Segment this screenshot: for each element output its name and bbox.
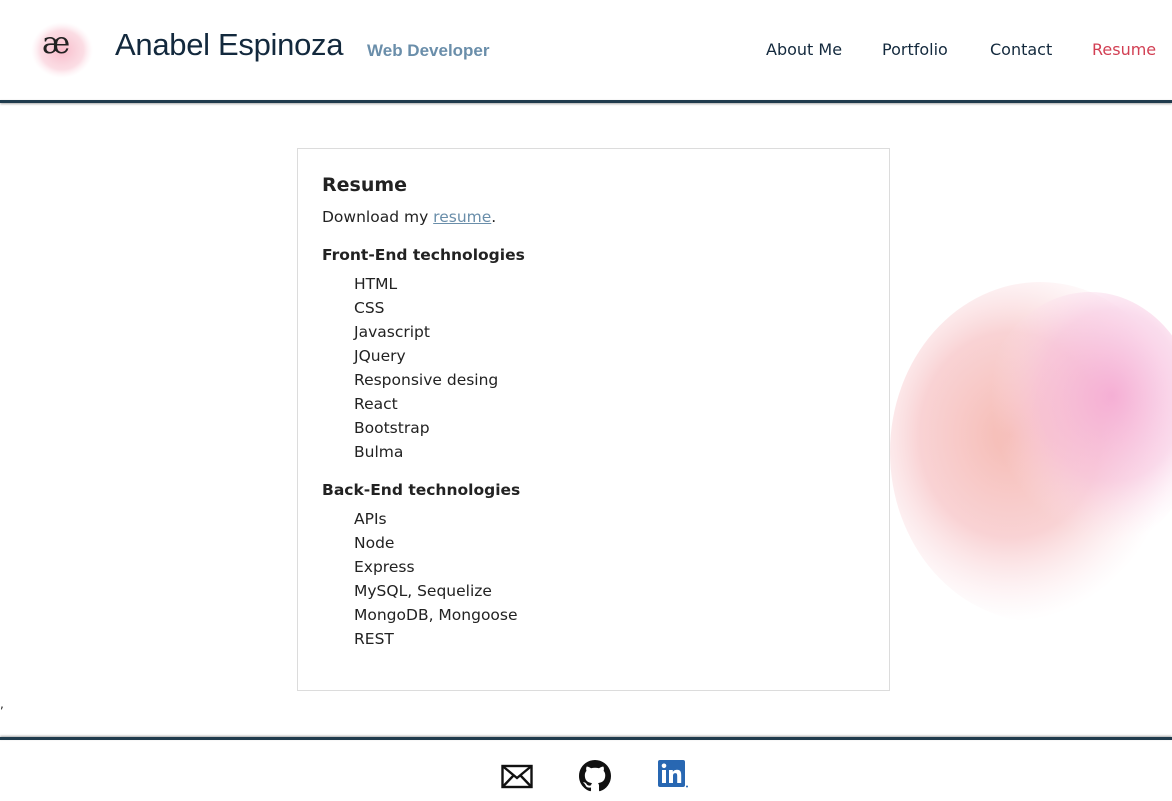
list-item: React bbox=[354, 395, 398, 413]
download-prefix: Download my bbox=[322, 208, 434, 226]
nav-about-me[interactable]: About Me bbox=[766, 40, 842, 59]
list-item: Bootstrap bbox=[354, 419, 430, 437]
list-item: Responsive desing bbox=[354, 371, 499, 389]
resume-download-link[interactable]: resume bbox=[433, 208, 491, 226]
nav-resume[interactable]: Resume bbox=[1092, 40, 1156, 59]
list-item: Bulma bbox=[354, 443, 404, 461]
back-end-list: APIs Node Express MySQL, Sequelize Mongo… bbox=[354, 507, 518, 651]
download-suffix: . bbox=[491, 208, 497, 226]
list-item: REST bbox=[354, 630, 394, 648]
resume-card: Resume Download my resume. Front-End tec… bbox=[297, 148, 890, 691]
nav-contact[interactable]: Contact bbox=[990, 40, 1052, 59]
nav-portfolio[interactable]: Portfolio bbox=[882, 40, 948, 59]
list-item: Node bbox=[354, 534, 395, 552]
list-item: Express bbox=[354, 558, 415, 576]
stray-comma: , bbox=[0, 697, 4, 711]
front-end-list: HTML CSS Javascript JQuery Responsive de… bbox=[354, 272, 498, 464]
logo[interactable]: æ bbox=[30, 20, 94, 80]
site-header: æ Anabel Espinoza Web Developer About Me… bbox=[0, 0, 1172, 100]
list-item: Javascript bbox=[354, 323, 430, 341]
download-line: Download my resume. bbox=[322, 208, 496, 226]
list-item: JQuery bbox=[354, 347, 406, 365]
list-item: APIs bbox=[354, 510, 387, 528]
logo-monogram: æ bbox=[42, 26, 70, 61]
watercolor-decoration bbox=[890, 282, 1172, 620]
resume-title: Resume bbox=[322, 174, 408, 196]
list-item: MongoDB, Mongoose bbox=[354, 606, 518, 624]
front-end-title: Front-End technologies bbox=[322, 246, 525, 264]
mail-icon[interactable] bbox=[501, 760, 533, 792]
site-role: Web Developer bbox=[367, 41, 490, 60]
linkedin-icon[interactable] bbox=[657, 759, 689, 791]
site-name[interactable]: Anabel Espinoza bbox=[115, 27, 343, 63]
list-item: HTML bbox=[354, 275, 398, 293]
list-item: CSS bbox=[354, 299, 385, 317]
header-divider bbox=[0, 100, 1172, 103]
footer-divider bbox=[0, 737, 1172, 740]
back-end-title: Back-End technologies bbox=[322, 481, 521, 499]
list-item: MySQL, Sequelize bbox=[354, 582, 492, 600]
github-icon[interactable] bbox=[579, 760, 611, 792]
